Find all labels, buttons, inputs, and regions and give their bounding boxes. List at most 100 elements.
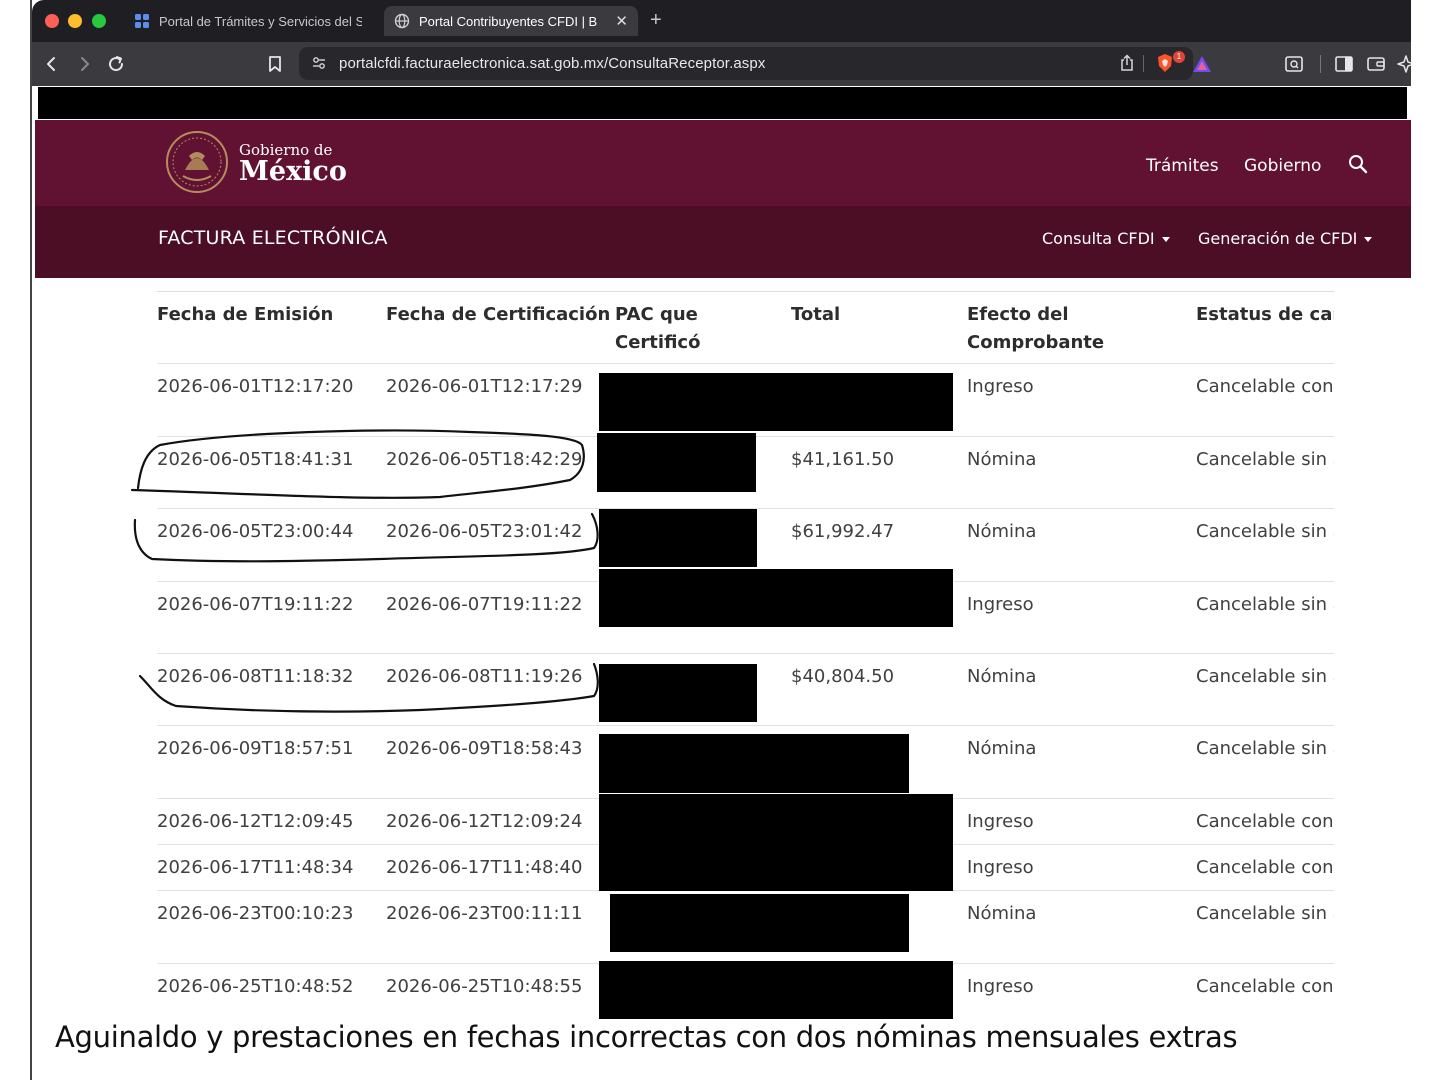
cell-estatus: Cancelable sin a [1196, 666, 1334, 687]
divider [1143, 55, 1144, 72]
header-fecha-emision[interactable]: Fecha de Emisión [157, 301, 333, 329]
cell-efecto: Nómina [967, 738, 1037, 759]
share-icon[interactable] [1119, 54, 1135, 76]
cell-total: $41,161.50 [791, 449, 895, 470]
brave-rewards-icon[interactable] [1192, 55, 1212, 77]
cell-efecto: Ingreso [967, 976, 1034, 997]
header-efecto[interactable]: Efecto del Comprobante [967, 301, 1104, 357]
cell-efecto: Ingreso [967, 811, 1034, 832]
redacted-bar [38, 87, 1407, 119]
redaction-box [597, 433, 756, 492]
cell-fecha-emision: 2026-06-07T19:11:22 [157, 594, 354, 615]
close-icon[interactable]: ✕ [615, 12, 628, 30]
header-pac[interactable]: PAC que Certificó [615, 301, 700, 357]
gob-header: Gobierno de México Trámites Gobierno [35, 120, 1411, 206]
header-pac-line1: PAC que [615, 304, 698, 325]
cell-fecha-certificacion: 2026-06-08T11:19:26 [386, 666, 583, 687]
row-separator [157, 653, 1334, 654]
brave-shield-icon[interactable] [1156, 53, 1174, 77]
cell-fecha-certificacion: 2026-06-23T00:11:11 [386, 903, 583, 924]
tab-search-icon[interactable] [1282, 52, 1306, 76]
header-total[interactable]: Total [791, 301, 840, 329]
logo-line2: México [239, 156, 347, 187]
menu-label: Consulta CFDI [1042, 229, 1155, 248]
tab-title: Portal Contribuyentes CFDI | B [419, 13, 598, 29]
caption: Aguinaldo y prestaciones en fechas incor… [55, 1020, 1238, 1054]
back-icon[interactable] [40, 52, 64, 76]
cell-fecha-emision: 2026-06-12T12:09:45 [157, 811, 354, 832]
browser-toolbar: portalcfdi.facturaelectronica.sat.gob.mx… [32, 42, 1411, 86]
caret-down-icon [1161, 237, 1170, 242]
cell-estatus: Cancelable con a [1196, 976, 1334, 997]
cell-fecha-emision: 2026-06-25T10:48:52 [157, 976, 354, 997]
header-efecto-line2: Comprobante [967, 332, 1105, 353]
tab-title: Portal de Trámites y Servicios del S [159, 13, 362, 29]
nav-gobierno[interactable]: Gobierno [1244, 156, 1321, 176]
cell-estatus: Cancelable sin a [1196, 738, 1334, 759]
close-window-button[interactable] [45, 14, 59, 28]
grid-icon [134, 13, 150, 29]
menu-label: Generación de CFDI [1198, 229, 1358, 248]
gobierno-logo[interactable]: Gobierno de México [165, 130, 347, 198]
desktop-edge [0, 0, 32, 1080]
cell-estatus: Cancelable sin a [1196, 449, 1334, 470]
minimize-window-button[interactable] [68, 14, 82, 28]
globe-icon [394, 13, 410, 29]
cell-fecha-emision: 2026-06-17T11:48:34 [157, 857, 354, 878]
cell-estatus: Cancelable sin a [1196, 521, 1334, 542]
redaction-box [599, 961, 953, 1019]
menu-consulta-cfdi[interactable]: Consulta CFDI [1042, 229, 1170, 248]
cell-estatus: Cancelable con a [1196, 811, 1334, 832]
row-separator [157, 363, 1334, 364]
cell-total: $61,992.47 [791, 521, 895, 542]
logo-text: Gobierno de México [239, 142, 347, 186]
coat-of-arms-icon [165, 130, 229, 198]
cell-fecha-emision: 2026-06-23T00:10:23 [157, 903, 354, 924]
cell-fecha-certificacion: 2026-06-05T23:01:42 [386, 521, 583, 542]
cell-efecto: Nómina [967, 666, 1037, 687]
site-settings-icon[interactable] [311, 55, 327, 75]
leo-ai-icon[interactable] [1394, 52, 1411, 76]
cell-efecto: Ingreso [967, 594, 1034, 615]
new-tab-button[interactable]: + [650, 9, 662, 32]
cell-fecha-emision: 2026-06-01T12:17:20 [157, 376, 354, 397]
redaction-box [599, 569, 953, 627]
sidebar-icon[interactable] [1332, 52, 1356, 76]
divider [1320, 55, 1321, 73]
cell-estatus: Cancelable con a [1196, 857, 1334, 878]
header-estatus[interactable]: Estatus de can [1196, 301, 1334, 329]
cell-efecto: Nómina [967, 521, 1037, 542]
cell-efecto: Ingreso [967, 376, 1034, 397]
header-efecto-line1: Efecto del [967, 304, 1069, 325]
bookmark-icon[interactable] [263, 52, 287, 76]
notification-badge: 1 [1173, 51, 1185, 63]
cell-fecha-certificacion: 2026-06-07T19:11:22 [386, 594, 583, 615]
menu-generacion-cfdi[interactable]: Generación de CFDI [1198, 229, 1373, 248]
search-icon[interactable] [1348, 154, 1368, 178]
cell-fecha-certificacion: 2026-06-17T11:48:40 [386, 857, 583, 878]
cell-fecha-certificacion: 2026-06-01T12:17:29 [386, 376, 583, 397]
browser-window: Portal de Trámites y Servicios del S Por… [32, 0, 1411, 1080]
reload-icon[interactable] [104, 52, 128, 76]
cell-estatus: Cancelable sin a [1196, 594, 1334, 615]
cell-fecha-certificacion: 2026-06-09T18:58:43 [386, 738, 583, 759]
table-border [157, 291, 1334, 292]
redaction-box [599, 664, 757, 722]
sub-header: FACTURA ELECTRÓNICA Consulta CFDI Genera… [35, 206, 1411, 278]
url-text: portalcfdi.facturaelectronica.sat.gob.mx… [339, 55, 766, 72]
maximize-window-button[interactable] [92, 14, 106, 28]
factura-electronica-brand[interactable]: FACTURA ELECTRÓNICA [158, 227, 388, 249]
nav-tramites[interactable]: Trámites [1146, 156, 1219, 176]
header-fecha-certificacion[interactable]: Fecha de Certificación [386, 301, 610, 329]
redaction-box [599, 373, 953, 431]
wallet-icon[interactable] [1364, 52, 1388, 76]
tab-portal-contribuyentes[interactable]: Portal Contribuyentes CFDI | B ✕ [384, 6, 638, 36]
cfdi-results-table: Fecha de Emisión Fecha de Certificación … [157, 291, 1334, 1031]
cell-efecto: Nómina [967, 449, 1037, 470]
tab-portal-tramites[interactable]: Portal de Trámites y Servicios del S [124, 6, 372, 36]
cell-estatus: Cancelable con a [1196, 376, 1334, 397]
cell-fecha-emision: 2026-06-05T23:00:44 [157, 521, 354, 542]
header-pac-line2: Certificó [615, 332, 701, 353]
address-bar[interactable]: portalcfdi.facturaelectronica.sat.gob.mx… [299, 47, 1211, 80]
forward-icon[interactable] [72, 52, 96, 76]
